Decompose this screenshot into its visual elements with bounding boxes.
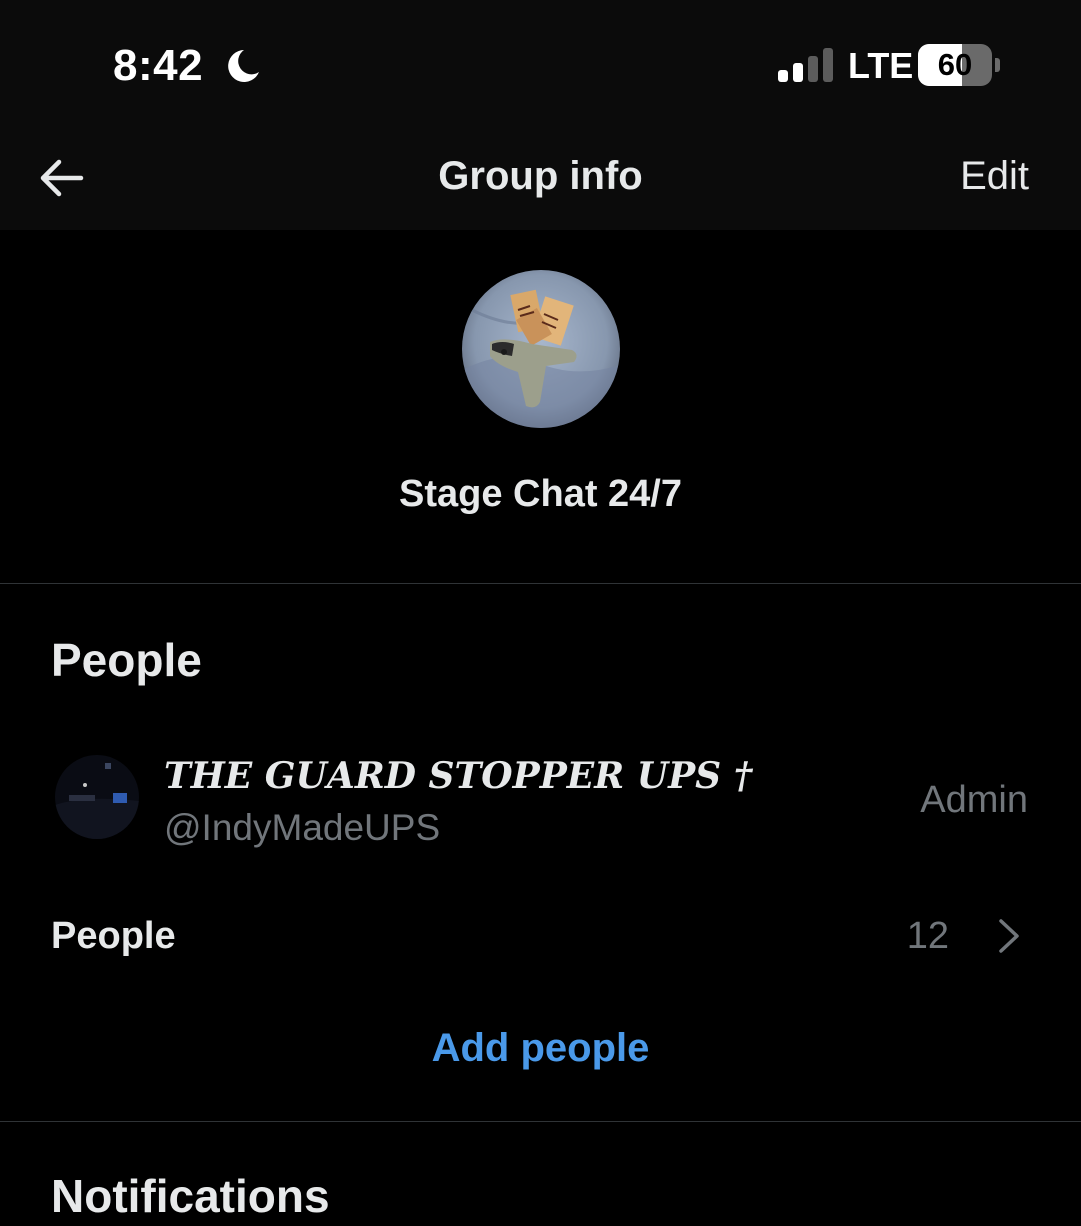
moon-icon [228,50,259,82]
people-count-row[interactable]: People 12 [0,896,1081,976]
member-handle: @IndyMadeUPS [164,807,441,848]
battery-body: 60 [918,44,992,86]
member-avatar [55,755,139,839]
nav-header: Group info Edit [0,126,1081,230]
status-time: 8:42 [113,41,204,90]
group-name: Stage Chat 24/7 [399,473,682,515]
people-count: 12 [906,915,949,957]
add-people-button[interactable]: Add people [0,1022,1081,1074]
status-bar: 8:42 LTE 60 [0,0,1081,126]
battery-icon: 60 [918,44,1000,86]
chevron-right-icon [999,919,1019,953]
divider [0,1121,1081,1122]
notifications-section-heading: Notifications [51,1170,330,1222]
divider [0,583,1081,584]
edit-button[interactable]: Edit [960,150,1029,202]
page-title: Group info [438,154,643,198]
member-name: 𝑻𝑯𝑬 𝑮𝑼𝑨𝑹𝑫 𝑺𝑻𝑶𝑷𝑷𝑬𝑹 𝑼𝑷𝑺 † [164,755,753,797]
network-label: LTE [848,45,914,86]
people-row-label: People [51,915,176,957]
group-avatar-image [462,270,620,428]
member-role-badge: Admin [920,779,1028,821]
people-section-heading: People [51,634,202,686]
member-avatar-image [55,755,139,839]
cellular-signal-icon [778,48,833,82]
member-row[interactable]: 𝑻𝑯𝑬 𝑮𝑼𝑨𝑹𝑫 𝑺𝑻𝑶𝑷𝑷𝑬𝑹 𝑼𝑷𝑺 † @IndyMadeUPS Adm… [0,730,1081,870]
group-avatar[interactable] [462,270,620,428]
battery-tip [995,58,1000,72]
battery-level: 60 [937,47,973,82]
